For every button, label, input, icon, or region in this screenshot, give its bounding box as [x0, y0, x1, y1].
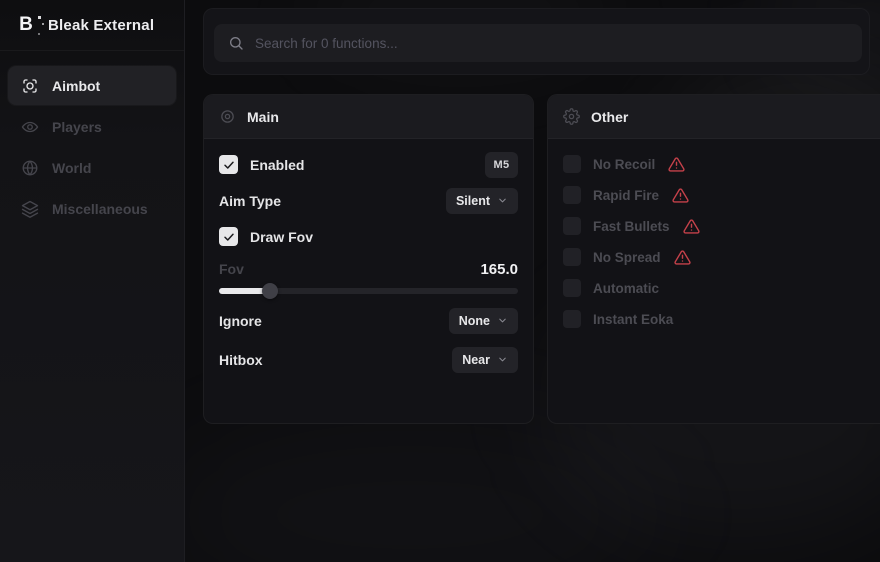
ignore-label: Ignore — [219, 313, 262, 329]
no-spread-checkbox[interactable] — [563, 248, 581, 266]
panel-other: Other No Recoil Rapid Fire Fast Bullets — [547, 94, 880, 424]
sidebar: B Bleak External Aimbot Players — [0, 0, 185, 562]
panel-title: Main — [247, 109, 279, 125]
sidebar-item-label: Players — [52, 119, 102, 135]
fov-row: Fov 165.0 — [219, 259, 518, 279]
globe-icon — [21, 159, 39, 177]
search-input[interactable]: Search for 0 functions... — [214, 24, 862, 62]
automatic-label: Automatic — [593, 281, 659, 296]
warning-triangle-icon — [674, 249, 691, 266]
logo-letter: B — [19, 14, 33, 35]
panel-other-body: No Recoil Rapid Fire Fast Bullets — [548, 139, 880, 353]
enabled-row: Enabled M5 — [219, 151, 518, 178]
sidebar-nav: Aimbot Players World Miscellaneous — [0, 51, 184, 228]
fov-slider-thumb[interactable] — [262, 283, 278, 299]
panel-main-body: Enabled M5 Aim Type Silent Draw Fov — [204, 139, 533, 385]
fast-bullets-label: Fast Bullets — [593, 219, 670, 234]
hitbox-value: Near — [462, 353, 490, 367]
panel-other-header: Other — [548, 95, 880, 139]
eye-icon — [21, 118, 39, 136]
gear-icon — [563, 108, 580, 125]
hitbox-dropdown[interactable]: Near — [452, 347, 518, 373]
warning-triangle-icon — [683, 218, 700, 235]
search-icon — [228, 35, 244, 51]
aim-type-value: Silent — [456, 194, 490, 208]
no-recoil-label: No Recoil — [593, 157, 655, 172]
sidebar-item-label: World — [52, 160, 91, 176]
checkmark-icon — [223, 231, 235, 243]
smoke-decoration — [150, 410, 670, 562]
target-icon — [219, 108, 236, 125]
aim-type-dropdown[interactable]: Silent — [446, 188, 518, 214]
fov-value: 165.0 — [480, 261, 518, 278]
search-container: Search for 0 functions... — [203, 8, 870, 75]
sidebar-item-players[interactable]: Players — [8, 107, 176, 146]
sidebar-item-label: Aimbot — [52, 78, 100, 94]
chevron-down-icon — [497, 354, 508, 365]
warning-triangle-icon — [672, 187, 689, 204]
app-logo: B — [15, 14, 37, 36]
automatic-checkbox[interactable] — [563, 279, 581, 297]
aim-type-row: Aim Type Silent — [219, 187, 518, 214]
enabled-label: Enabled — [250, 157, 304, 173]
fov-slider[interactable] — [219, 283, 518, 299]
app-window: B Bleak External Aimbot Players — [0, 0, 880, 562]
sidebar-item-label: Miscellaneous — [52, 201, 148, 217]
fast-bullets-checkbox[interactable] — [563, 217, 581, 235]
panel-main-header: Main — [204, 95, 533, 139]
draw-fov-row: Draw Fov — [219, 223, 518, 250]
sidebar-item-aimbot[interactable]: Aimbot — [8, 66, 176, 105]
enabled-checkbox[interactable] — [219, 155, 238, 174]
draw-fov-label: Draw Fov — [250, 229, 313, 245]
no-recoil-row: No Recoil — [563, 155, 880, 173]
checkmark-icon — [223, 159, 235, 171]
enabled-keybind-badge[interactable]: M5 — [485, 152, 518, 178]
ignore-dropdown[interactable]: None — [449, 308, 518, 334]
sidebar-header: B Bleak External — [0, 0, 184, 51]
sidebar-item-miscellaneous[interactable]: Miscellaneous — [8, 189, 176, 228]
instant-eoka-label: Instant Eoka — [593, 312, 673, 327]
chevron-down-icon — [497, 315, 508, 326]
automatic-row: Automatic — [563, 279, 880, 297]
layers-icon — [21, 200, 39, 218]
fast-bullets-row: Fast Bullets — [563, 217, 880, 235]
no-recoil-checkbox[interactable] — [563, 155, 581, 173]
instant-eoka-checkbox[interactable] — [563, 310, 581, 328]
app-title: Bleak External — [48, 17, 154, 34]
warning-triangle-icon — [668, 156, 685, 173]
rapid-fire-label: Rapid Fire — [593, 188, 659, 203]
sidebar-item-world[interactable]: World — [8, 148, 176, 187]
instant-eoka-row: Instant Eoka — [563, 310, 880, 328]
draw-fov-checkbox[interactable] — [219, 227, 238, 246]
aimbot-scan-icon — [21, 77, 39, 95]
search-placeholder: Search for 0 functions... — [255, 36, 398, 51]
hitbox-label: Hitbox — [219, 352, 263, 368]
chevron-down-icon — [497, 195, 508, 206]
no-spread-row: No Spread — [563, 248, 880, 266]
no-spread-label: No Spread — [593, 250, 661, 265]
panel-title: Other — [591, 109, 628, 125]
rapid-fire-row: Rapid Fire — [563, 186, 880, 204]
ignore-value: None — [459, 314, 490, 328]
panel-main: Main Enabled M5 Aim Type Silent — [203, 94, 534, 424]
aim-type-label: Aim Type — [219, 193, 281, 209]
fov-label: Fov — [219, 261, 244, 277]
hitbox-row: Hitbox Near — [219, 346, 518, 373]
ignore-row: Ignore None — [219, 307, 518, 334]
rapid-fire-checkbox[interactable] — [563, 186, 581, 204]
